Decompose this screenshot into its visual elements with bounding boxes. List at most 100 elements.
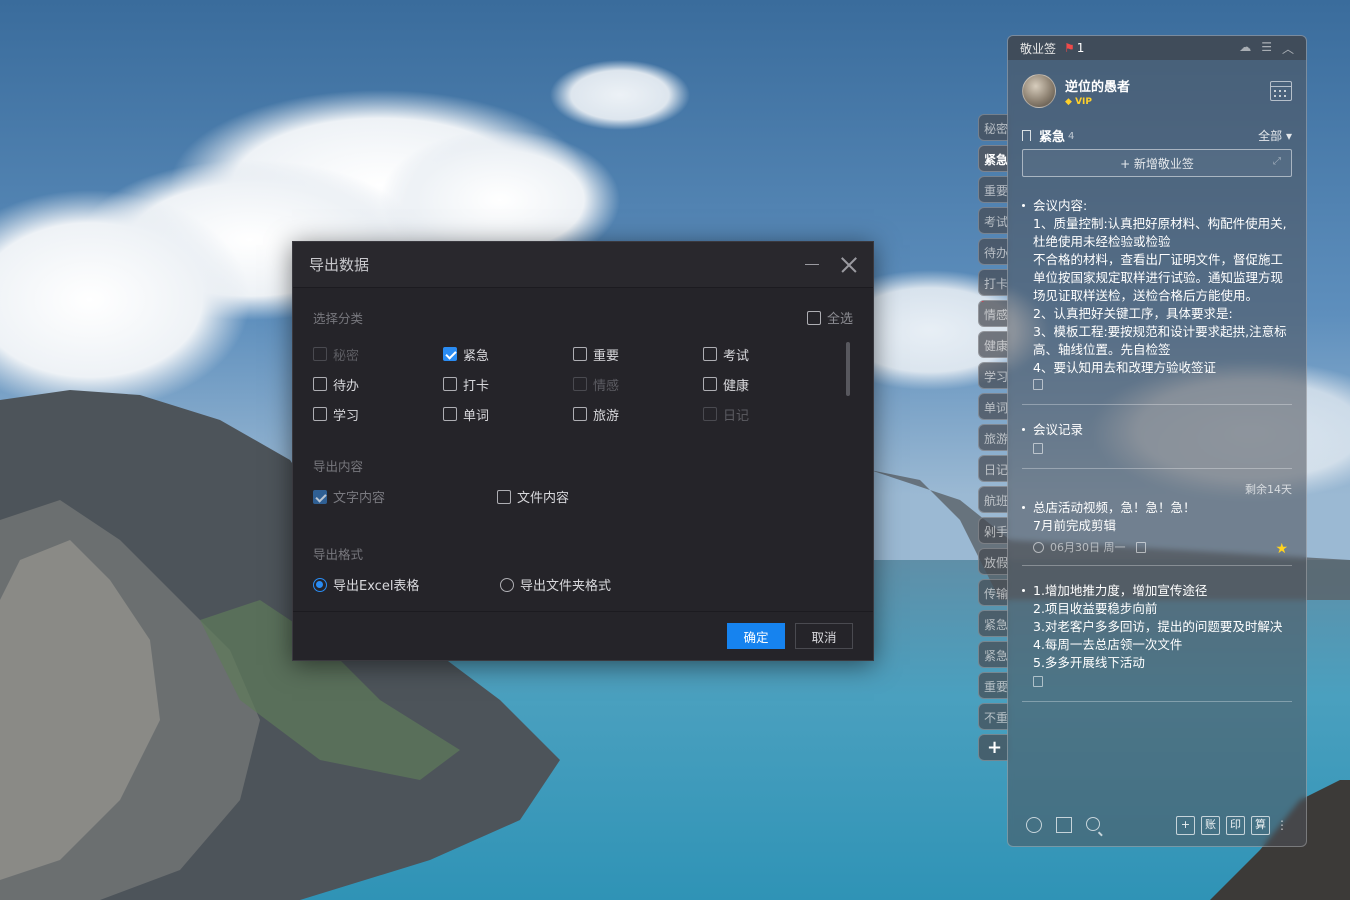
close-icon[interactable]	[841, 257, 857, 273]
category-checkbox-label: 旅游	[593, 408, 620, 424]
category-checkbox[interactable]: 单词	[443, 405, 573, 424]
content-text-checkbox[interactable]: 文字内容	[313, 487, 497, 506]
section-format-label: 导出格式	[313, 547, 364, 562]
category-checkbox[interactable]: 健康	[703, 375, 833, 394]
attachment-icon[interactable]	[1033, 676, 1043, 687]
side-tab[interactable]: 健康	[978, 331, 1008, 358]
panel-footer: + 账 印 算 ⋮	[1008, 804, 1306, 846]
note-text: 总店活动视频，急！急！急！ 7月前完成剪辑	[1022, 499, 1292, 535]
side-tab[interactable]: 放假	[978, 548, 1008, 575]
checkbox-box[interactable]	[313, 377, 327, 391]
cancel-button[interactable]: 取消	[795, 623, 853, 649]
collapse-icon[interactable]: ︿	[1282, 40, 1294, 57]
select-all-checkbox[interactable]: 全选	[806, 308, 853, 327]
user-row: 逆位的愚者 ◆ VIP	[1008, 60, 1306, 122]
add-tool-button[interactable]: +	[1176, 815, 1195, 835]
checklist-icon[interactable]	[1056, 817, 1072, 833]
notification-bell-icon[interactable]: ⚑	[1064, 41, 1075, 55]
print-tool-button[interactable]: 印	[1226, 815, 1245, 835]
category-checkbox[interactable]: 重要	[573, 345, 703, 364]
note-list: 会议内容: 1、质量控制:认真把好原材料、构配件使用关,杜绝使用未经检验或检验 …	[1008, 197, 1306, 702]
side-tab[interactable]: 日记	[978, 455, 1008, 482]
remaining-days: 剩余14天	[1245, 483, 1292, 496]
new-note-button[interactable]: + 新增敬业签 ⤢	[1022, 149, 1292, 177]
side-tab[interactable]: 航班	[978, 486, 1008, 513]
user-name[interactable]: 逆位的愚者	[1065, 76, 1130, 95]
side-tab[interactable]: 重要	[978, 672, 1008, 699]
menu-icon[interactable]: ☰	[1261, 40, 1272, 57]
side-tab[interactable]: 紧急	[978, 641, 1008, 668]
note-item[interactable]: 会议记录	[1022, 421, 1292, 469]
side-tab[interactable]: 考试	[978, 207, 1008, 234]
side-tab[interactable]: 传输	[978, 579, 1008, 606]
history-icon[interactable]	[1026, 817, 1042, 833]
side-tab[interactable]: 情感	[978, 300, 1008, 327]
side-tab[interactable]: 单词	[978, 393, 1008, 420]
checkbox-box[interactable]	[703, 377, 717, 391]
avatar[interactable]	[1022, 74, 1056, 108]
checkbox-box[interactable]	[573, 347, 587, 361]
note-item[interactable]: 剩余14天 总店活动视频，急！急！急！ 7月前完成剪辑 06月30日 周一 ★	[1022, 483, 1292, 566]
side-tab[interactable]: 待办	[978, 238, 1008, 265]
confirm-button[interactable]: 确定	[727, 623, 785, 649]
panel-titlebar[interactable]: 敬业签 ⚑ 1 ☁ ☰ ︿	[1008, 36, 1306, 60]
attachment-icon[interactable]	[1033, 443, 1043, 454]
checkbox-box[interactable]	[443, 407, 457, 421]
add-category-button[interactable]: +	[978, 734, 1008, 761]
side-tab[interactable]: 旅游	[978, 424, 1008, 451]
category-checkbox-label: 日记	[723, 408, 750, 424]
star-icon[interactable]: ★	[1275, 541, 1288, 557]
side-tab[interactable]: 打卡	[978, 269, 1008, 296]
category-checkbox[interactable]: 学习	[313, 405, 443, 424]
calendar-icon[interactable]	[1270, 81, 1292, 101]
checkbox-box[interactable]	[703, 347, 717, 361]
side-tab[interactable]: 不重	[978, 703, 1008, 730]
side-tab[interactable]: 紧急	[978, 145, 1008, 172]
side-tab-label: 健康	[984, 339, 1008, 353]
attachment-icon[interactable]	[1033, 379, 1043, 390]
note-item[interactable]: 会议内容: 1、质量控制:认真把好原材料、构配件使用关,杜绝使用未经检验或检验 …	[1022, 197, 1292, 405]
category-side-tabs: 秘密 紧急 重要 考试 待办 打卡 情感 健康 学习 单词 旅游 日记 航班 剁手 放假 传输 紧急 紧急 重要 不重…	[978, 114, 1008, 765]
format-folder-radio[interactable]: 导出文件夹格式	[500, 575, 687, 594]
search-icon[interactable]	[1086, 817, 1100, 831]
format-excel-radio[interactable]: 导出Excel表格	[313, 575, 500, 594]
more-icon[interactable]: ⋮	[1276, 818, 1288, 832]
side-tab[interactable]: 学习	[978, 362, 1008, 389]
grid-scrollbar[interactable]	[846, 342, 850, 396]
cloud-sync-icon[interactable]: ☁	[1239, 40, 1251, 57]
dialog-header[interactable]: 导出数据	[293, 242, 873, 288]
expand-icon[interactable]: ⤢	[1273, 156, 1281, 167]
side-tab[interactable]: 重要	[978, 176, 1008, 203]
checkbox-box[interactable]	[443, 347, 457, 361]
attachment-icon[interactable]	[1135, 541, 1146, 553]
side-tab[interactable]: 剁手	[978, 517, 1008, 544]
checkbox-box[interactable]	[573, 407, 587, 421]
category-checkbox-label: 紧急	[463, 348, 490, 364]
calculator-tool-button[interactable]: 算	[1251, 815, 1270, 835]
checkbox-box[interactable]	[443, 377, 457, 391]
filter-dropdown[interactable]: 全部 ▾	[1258, 127, 1292, 144]
side-tab-label: 紧急	[984, 649, 1008, 663]
checkbox-box[interactable]	[313, 407, 327, 421]
side-tab[interactable]: 紧急	[978, 610, 1008, 637]
radio-button[interactable]	[313, 577, 327, 592]
side-tab-label: 紧急	[984, 618, 1008, 632]
checkbox-box[interactable]	[497, 489, 511, 504]
category-checkbox[interactable]: 紧急	[443, 345, 573, 364]
category-checkbox: 日记	[703, 405, 833, 424]
category-checkbox[interactable]: 待办	[313, 375, 443, 394]
checkbox-box[interactable]	[806, 310, 821, 325]
checkbox-box	[703, 407, 717, 421]
category-checkbox[interactable]: 考试	[703, 345, 833, 364]
category-checkbox[interactable]: 打卡	[443, 375, 573, 394]
category-checkbox[interactable]: 旅游	[573, 405, 703, 424]
content-files-checkbox[interactable]: 文件内容	[497, 487, 681, 506]
note-item[interactable]: 1.增加地推力度，增加宣传途径 2.项目收益要稳步向前 3.对老客户多多回访，提…	[1022, 582, 1292, 702]
radio-button[interactable]	[500, 577, 514, 592]
minimize-icon[interactable]	[805, 263, 819, 266]
checkbox-box	[313, 489, 327, 504]
app-name: 敬业签	[1020, 41, 1057, 56]
account-tool-button[interactable]: 账	[1201, 815, 1220, 835]
side-tab-label: 旅游	[984, 432, 1008, 446]
side-tab[interactable]: 秘密	[978, 114, 1008, 141]
